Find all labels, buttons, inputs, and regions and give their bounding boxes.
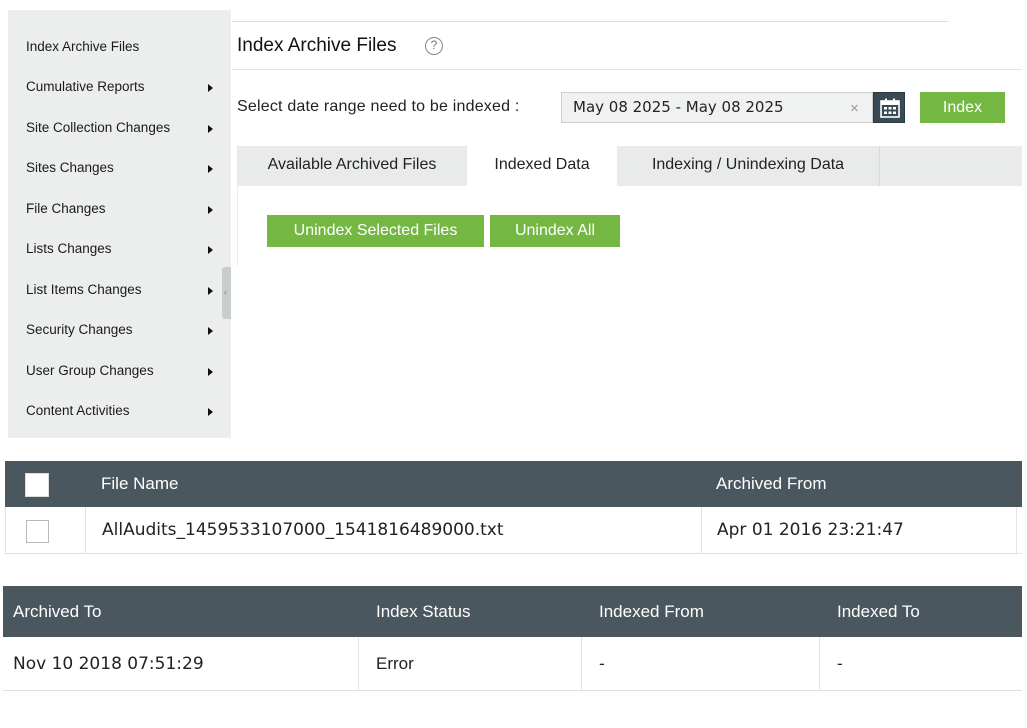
chevron-right-icon xyxy=(208,245,213,254)
chevron-right-icon xyxy=(208,326,213,335)
divider xyxy=(819,637,820,690)
sidebar-item-cumulative-reports[interactable]: Cumulative Reports xyxy=(8,67,231,105)
unindex-selected-files-button[interactable]: Unindex Selected Files xyxy=(267,215,484,247)
sidebar-item-sites-changes[interactable]: Sites Changes xyxy=(8,148,231,186)
sidebar-item-index-archive-files[interactable]: Index Archive Files xyxy=(8,27,231,65)
column-header-index-status[interactable]: Index Status xyxy=(376,586,471,637)
tab-bar: Available Archived Files Indexed Data In… xyxy=(237,146,1022,186)
page-title: Index Archive Files xyxy=(237,35,397,56)
divider xyxy=(701,507,702,553)
table-header: File Name Archived From xyxy=(5,461,1022,507)
sidebar-item-label: List Items Changes xyxy=(26,281,142,297)
table-row[interactable]: Nov 10 2018 07:51:29 Error - - xyxy=(3,637,1022,691)
column-header-indexed-to[interactable]: Indexed To xyxy=(837,586,920,637)
sidebar-item-label: Security Changes xyxy=(26,321,133,337)
calendar-button[interactable] xyxy=(873,92,905,123)
divider xyxy=(358,637,359,690)
sidebar: Index Archive Files Cumulative Reports S… xyxy=(8,10,231,438)
help-icon[interactable]: ? xyxy=(425,37,443,55)
sidebar-collapse-handle[interactable]: ‹ xyxy=(222,267,231,319)
chevron-left-icon: ‹ xyxy=(224,287,227,297)
date-range-label: Select date range need to be indexed : xyxy=(237,98,520,115)
sidebar-item-label: User Group Changes xyxy=(26,362,154,378)
tab-available-archived-files[interactable]: Available Archived Files xyxy=(237,146,467,186)
sidebar-item-label: Sites Changes xyxy=(26,159,114,175)
select-all-checkbox[interactable] xyxy=(25,473,49,497)
indexed-from-cell: - xyxy=(599,653,605,673)
calendar-icon xyxy=(880,98,900,118)
chevron-right-icon xyxy=(208,367,213,376)
table-row[interactable]: AllAudits_1459533107000_1541816489000.tx… xyxy=(5,507,1022,554)
clear-icon[interactable]: × xyxy=(850,100,859,117)
index-button[interactable]: Index xyxy=(920,92,1005,123)
column-header-indexed-from[interactable]: Indexed From xyxy=(599,586,704,637)
row-checkbox[interactable] xyxy=(26,520,49,543)
date-range-input[interactable]: May 08 2025 - May 08 2025 xyxy=(561,92,873,123)
column-header-archived-from[interactable]: Archived From xyxy=(716,461,827,507)
tab-divider xyxy=(879,146,880,186)
sidebar-item-label: Site Collection Changes xyxy=(26,119,171,135)
tab-indexed-data[interactable]: Indexed Data xyxy=(467,146,617,186)
sidebar-item-site-collection-changes[interactable]: Site Collection Changes xyxy=(8,108,231,146)
chevron-right-icon xyxy=(208,205,213,214)
chevron-right-icon xyxy=(208,407,213,416)
sidebar-item-label: Content Activities xyxy=(26,402,130,418)
unindex-all-button[interactable]: Unindex All xyxy=(490,215,620,247)
chevron-right-icon xyxy=(208,286,213,295)
divider xyxy=(85,507,86,553)
divider xyxy=(237,186,238,266)
sidebar-item-content-activities[interactable]: Content Activities xyxy=(8,391,231,429)
sidebar-item-list-items-changes[interactable]: List Items Changes xyxy=(8,270,231,308)
sidebar-item-label: Index Archive Files xyxy=(26,38,140,54)
file-name-cell: AllAudits_1459533107000_1541816489000.tx… xyxy=(102,520,504,540)
chevron-right-icon xyxy=(208,164,213,173)
divider xyxy=(1016,507,1017,553)
chevron-right-icon xyxy=(208,83,213,92)
sidebar-item-label: Lists Changes xyxy=(26,240,112,256)
sidebar-item-label: Cumulative Reports xyxy=(26,78,145,94)
sidebar-item-user-group-changes[interactable]: User Group Changes xyxy=(8,351,231,389)
sidebar-item-security-changes[interactable]: Security Changes xyxy=(8,310,231,348)
archived-from-cell: Apr 01 2016 23:21:47 xyxy=(717,520,904,540)
chevron-right-icon xyxy=(208,124,213,133)
sidebar-item-label: File Changes xyxy=(26,200,106,216)
sidebar-item-file-changes[interactable]: File Changes xyxy=(8,189,231,227)
sidebar-item-lists-changes[interactable]: Lists Changes xyxy=(8,229,231,267)
table-header: Archived To Index Status Indexed From In… xyxy=(3,586,1022,637)
indexed-to-cell: - xyxy=(837,653,843,673)
index-status-cell: Error xyxy=(376,653,414,673)
archived-to-cell: Nov 10 2018 07:51:29 xyxy=(13,653,204,674)
divider xyxy=(232,69,1022,70)
tab-indexing-unindexing-data[interactable]: Indexing / Unindexing Data xyxy=(617,146,879,186)
divider xyxy=(232,21,948,22)
column-header-archived-to[interactable]: Archived To xyxy=(13,586,102,637)
divider xyxy=(581,637,582,690)
column-header-file-name[interactable]: File Name xyxy=(101,461,178,507)
